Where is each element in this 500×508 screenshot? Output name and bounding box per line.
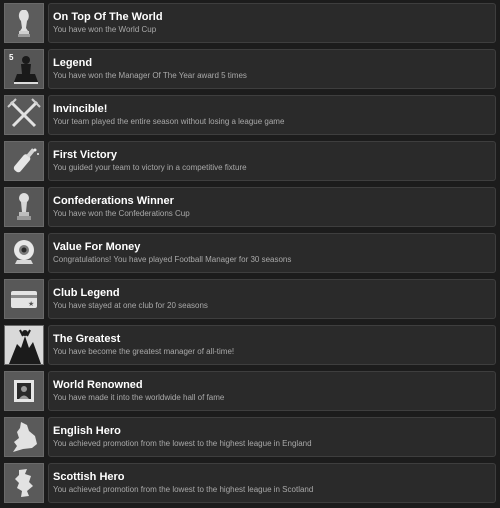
champagne-bottle-icon (4, 141, 44, 181)
achievement-row[interactable]: Confederations Winner You have won the C… (0, 184, 500, 230)
achievement-row[interactable]: Scottish Hero You achieved promotion fro… (0, 460, 500, 506)
achievement-row[interactable]: Value For Money Congratulations! You hav… (0, 230, 500, 276)
achievements-list: On Top Of The World You have won the Wor… (0, 0, 500, 508)
achievement-panel: First Victory You guided your team to vi… (48, 141, 496, 181)
achievement-description: You have become the greatest manager of … (53, 347, 235, 356)
achievement-title: World Renowned (53, 379, 143, 391)
scotland-map-icon (4, 463, 44, 503)
achievement-row[interactable]: First Victory You guided your team to vi… (0, 138, 500, 184)
achievement-description: You have won the World Cup (53, 25, 157, 34)
award-statue-icon: 5 (4, 49, 44, 89)
achievement-description: You achieved promotion from the lowest t… (53, 439, 312, 448)
achievement-row[interactable]: Invincible! Your team played the entire … (0, 92, 500, 138)
achievement-panel: On Top Of The World You have won the Wor… (48, 3, 496, 43)
achievement-panel: Value For Money Congratulations! You hav… (48, 233, 496, 273)
achievement-description: You have won the Manager Of The Year awa… (53, 71, 247, 80)
achievement-row[interactable]: World Renowned You have made it into the… (0, 368, 500, 414)
achievement-title: Value For Money (53, 241, 141, 253)
membership-card-icon: ★ (4, 279, 44, 319)
achievement-panel: Legend You have won the Manager Of The Y… (48, 49, 496, 89)
achievement-row[interactable]: English Hero You achieved promotion from… (0, 414, 500, 460)
achievement-panel: English Hero You achieved promotion from… (48, 417, 496, 457)
achievement-panel: The Greatest You have become the greates… (48, 325, 496, 365)
webcam-icon (4, 233, 44, 273)
achievement-description: You have stayed at one club for 20 seaso… (53, 301, 208, 310)
england-map-icon (4, 417, 44, 457)
achievement-title: On Top Of The World (53, 11, 163, 23)
celebration-silhouette-icon (4, 325, 44, 365)
achievement-row[interactable]: 5 Legend You have won the Manager Of The… (0, 46, 500, 92)
world-cup-trophy-icon (4, 3, 44, 43)
achievement-panel: Invincible! Your team played the entire … (48, 95, 496, 135)
confederations-trophy-icon (4, 187, 44, 227)
achievement-title: Invincible! (53, 103, 108, 115)
achievement-panel: Club Legend You have stayed at one club … (48, 279, 496, 319)
achievement-title: Scottish Hero (53, 471, 125, 483)
achievement-description: Your team played the entire season witho… (53, 117, 285, 126)
achievement-row[interactable]: ★ Club Legend You have stayed at one clu… (0, 276, 500, 322)
achievement-description: You guided your team to victory in a com… (53, 163, 247, 172)
achievement-title: Club Legend (53, 287, 120, 299)
achievement-description: Congratulations! You have played Footbal… (53, 255, 292, 264)
achievement-title: English Hero (53, 425, 121, 437)
crossed-swords-icon (4, 95, 44, 135)
award-count-badge: 5 (9, 53, 14, 62)
achievement-title: First Victory (53, 149, 117, 161)
achievement-title: Confederations Winner (53, 195, 174, 207)
achievement-panel: World Renowned You have made it into the… (48, 371, 496, 411)
achievement-description: You have won the Confederations Cup (53, 209, 190, 218)
achievement-panel: Confederations Winner You have won the C… (48, 187, 496, 227)
achievement-title: Legend (53, 57, 93, 69)
framed-portrait-icon (4, 371, 44, 411)
svg-text:★: ★ (28, 300, 34, 308)
achievement-row[interactable]: On Top Of The World You have won the Wor… (0, 0, 500, 46)
achievement-description: You have made it into the worldwide hall… (53, 393, 225, 402)
achievement-panel: Scottish Hero You achieved promotion fro… (48, 463, 496, 503)
achievement-row[interactable]: The Greatest You have become the greates… (0, 322, 500, 368)
achievement-description: You achieved promotion from the lowest t… (53, 485, 314, 494)
achievement-title: The Greatest (53, 333, 121, 345)
